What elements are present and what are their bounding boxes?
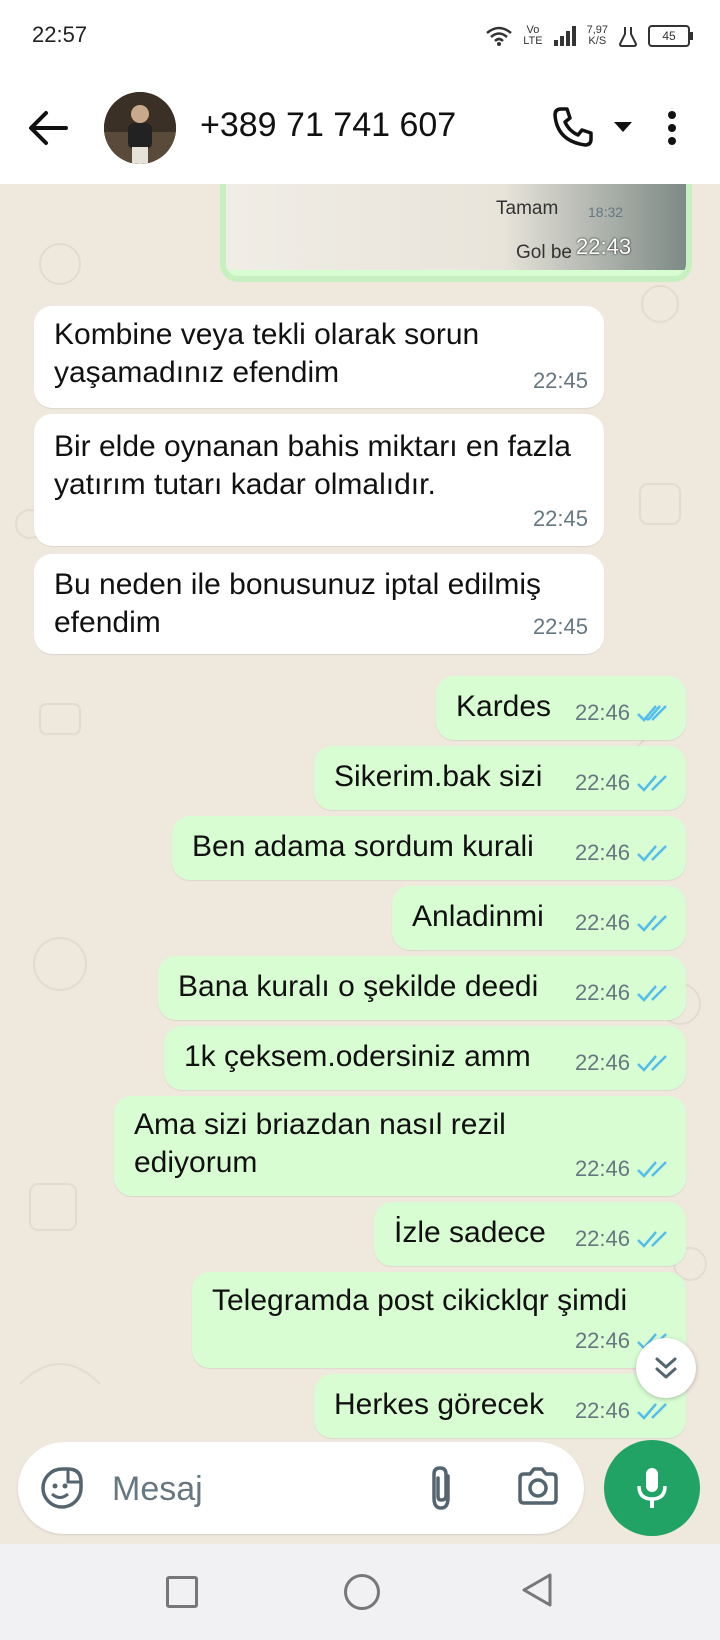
- media-time: 22:43: [576, 234, 632, 259]
- net-speed-unit: K/S: [588, 35, 607, 47]
- message-text: Bir elde oynanan bahis miktarı en fazla …: [54, 430, 571, 501]
- back-arrow-icon[interactable]: [26, 108, 70, 148]
- outgoing-message[interactable]: Anladinmi 22:46: [392, 886, 686, 950]
- message-text: Sikerim.bak sizi: [334, 760, 543, 793]
- message-meta: 22:45: [533, 500, 588, 538]
- status-time: 22:57: [32, 22, 88, 47]
- flask-icon: [618, 27, 638, 47]
- message-time: 22:45: [532, 614, 588, 639]
- message-meta: 22:46: [575, 1044, 670, 1082]
- avatar-photo: [104, 92, 176, 164]
- message-time: 22:46: [574, 1328, 630, 1353]
- message-text: Telegramda post cikicklqr şimdi: [212, 1284, 628, 1317]
- media-message[interactable]: Tamam 18:32 Gol be 22:43: [220, 184, 692, 282]
- message-meta: 22:46: [575, 694, 670, 732]
- message-text: Kombine veya tekli olarak sorun yaşamadı…: [54, 318, 480, 389]
- message-text: Herkes görecek: [334, 1388, 545, 1421]
- message-meta: 22:46: [575, 1150, 670, 1188]
- incoming-message[interactable]: Bu neden ile bonusunuz iptal edilmiş efe…: [34, 554, 604, 654]
- attach-icon[interactable]: [424, 1464, 458, 1512]
- incoming-message[interactable]: Kombine veya tekli olarak sorun yaşamadı…: [34, 306, 604, 408]
- system-nav-bar: [0, 1544, 720, 1640]
- camera-icon[interactable]: [516, 1466, 560, 1506]
- scroll-to-bottom-button[interactable]: [636, 1338, 696, 1398]
- message-time: 22:46: [574, 1050, 630, 1075]
- read-ticks-icon: [637, 915, 667, 932]
- outgoing-message[interactable]: İzle sadece 22:46: [374, 1202, 686, 1266]
- message-text: Ama sizi briazdan nasıl rezil ediyorum: [134, 1108, 506, 1179]
- read-ticks-icon: [637, 985, 667, 1002]
- message-time: 22:46: [574, 910, 630, 935]
- message-time: 22:46: [574, 1226, 630, 1251]
- message-text: Kardes: [456, 690, 552, 723]
- mic-icon: [637, 1468, 667, 1508]
- message-text: Bana kuralı o şekilde deedi: [178, 970, 539, 1003]
- outgoing-message[interactable]: Telegramda post cikicklqr şimdi 22:46: [192, 1272, 686, 1368]
- message-meta: 22:46: [575, 834, 670, 872]
- wifi-icon: [486, 26, 513, 46]
- message-text: Bu neden ile bonusunuz iptal edilmiş efe…: [54, 568, 541, 639]
- nav-back-icon[interactable]: [520, 1572, 554, 1608]
- phone-icon[interactable]: [552, 106, 594, 148]
- sticker-icon[interactable]: [40, 1466, 84, 1510]
- read-ticks-icon: [637, 1403, 667, 1420]
- message-meta: 22:45: [533, 362, 588, 400]
- message-time: 22:46: [574, 1156, 630, 1181]
- message-time: 22:46: [574, 700, 630, 725]
- message-time: 22:46: [574, 980, 630, 1005]
- outgoing-message[interactable]: Ama sizi briazdan nasıl rezil ediyorum 2…: [114, 1096, 686, 1196]
- contact-name[interactable]: +389 71 741 607: [200, 106, 456, 145]
- read-ticks-icon: [637, 1231, 667, 1248]
- battery-indicator: 45: [648, 25, 693, 47]
- message-meta: 22:46: [575, 1220, 670, 1258]
- message-text: Anladinmi: [412, 900, 544, 933]
- mic-button[interactable]: [604, 1440, 700, 1536]
- read-ticks-icon: [637, 845, 667, 862]
- message-text: 1k çeksem.odersiniz amm: [184, 1040, 531, 1073]
- volte-indicator: Vo LTE: [523, 25, 542, 47]
- message-time: 22:45: [532, 506, 588, 531]
- read-ticks-icon: [637, 775, 667, 792]
- message-text: İzle sadece: [394, 1216, 546, 1249]
- incoming-message[interactable]: Bir elde oynanan bahis miktarı en fazla …: [34, 414, 604, 546]
- read-ticks-icon: [637, 705, 667, 722]
- outgoing-message[interactable]: Herkes görecek 22:46: [314, 1374, 686, 1438]
- media-text-time: 18:32: [588, 204, 624, 220]
- chevron-down-icon[interactable]: [612, 120, 634, 134]
- message-meta: 22:46: [575, 904, 670, 942]
- message-time: 22:46: [574, 770, 630, 795]
- status-icons: Vo LTE 7,97 K/S 45: [485, 22, 693, 50]
- message-time: 22:45: [532, 368, 588, 393]
- home-button[interactable]: [344, 1574, 380, 1610]
- avatar[interactable]: [104, 92, 176, 164]
- message-input[interactable]: [110, 1464, 394, 1514]
- outgoing-message[interactable]: Sikerim.bak sizi 22:46: [314, 746, 686, 810]
- outgoing-message[interactable]: Ben adama sordum kurali 22:46: [172, 816, 686, 880]
- message-text: Ben adama sordum kurali: [192, 830, 534, 863]
- status-bar: 22:57 Vo LTE 7,97 K/S 45: [0, 0, 720, 72]
- message-meta: 22:46: [575, 764, 670, 802]
- outgoing-message[interactable]: Bana kuralı o şekilde deedi 22:46: [158, 956, 686, 1020]
- more-vert-icon[interactable]: [666, 110, 678, 146]
- message-meta: 22:46: [575, 974, 670, 1012]
- volte-bottom: LTE: [523, 35, 543, 47]
- chat-header: +389 71 741 607: [0, 72, 720, 184]
- message-meta: 22:45: [533, 608, 588, 646]
- media-text-line2: Gol be: [516, 242, 572, 263]
- media-text-line1: Tamam: [496, 198, 559, 219]
- signal-icon: [553, 26, 576, 46]
- message-composer: [18, 1442, 584, 1534]
- message-meta: 22:46: [575, 1392, 670, 1430]
- message-time: 22:46: [574, 840, 630, 865]
- read-ticks-icon: [637, 1161, 667, 1178]
- message-time: 22:46: [574, 1398, 630, 1423]
- double-chevron-down-icon: [655, 1357, 677, 1379]
- outgoing-message[interactable]: 1k çeksem.odersiniz amm 22:46: [164, 1026, 686, 1090]
- net-speed: 7,97 K/S: [587, 25, 608, 47]
- recents-button[interactable]: [166, 1576, 198, 1608]
- read-ticks-icon: [637, 1055, 667, 1072]
- outgoing-message[interactable]: Kardes 22:46: [436, 676, 686, 740]
